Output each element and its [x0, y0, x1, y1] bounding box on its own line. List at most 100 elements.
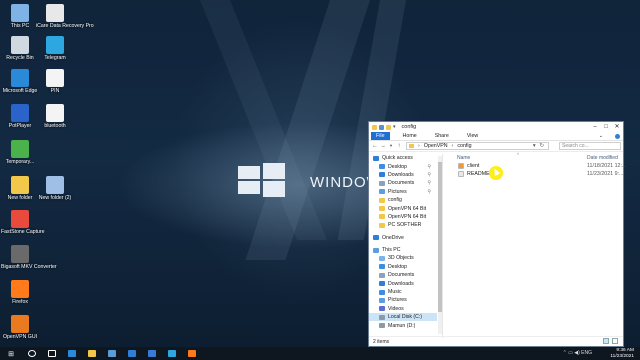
scrollbar-thumb[interactable] — [438, 162, 442, 312]
nav-item[interactable]: Documents — [369, 271, 437, 279]
file-row[interactable]: README 11/23/2021 9:... — [445, 170, 623, 178]
nav-item[interactable]: 3D Objects — [369, 254, 437, 262]
tab-view[interactable]: View — [462, 132, 483, 140]
quick-access-dropdown-icon[interactable]: ▾ — [393, 124, 396, 130]
title-bar[interactable]: ▾ config – □ ✕ — [369, 122, 623, 132]
desktop-shortcut[interactable]: New folder (2) — [36, 176, 74, 201]
desktop-shortcut[interactable]: bluetooth — [36, 104, 74, 129]
desktop-shortcut[interactable]: iCare Data Recovery Pro — [36, 4, 94, 29]
taskbar-button[interactable] — [102, 347, 122, 360]
nav-item[interactable]: Pictures ⚲ — [369, 188, 437, 196]
column-date-modified[interactable]: Date modified — [587, 155, 618, 161]
desktop-shortcut[interactable]: FastStone Capture — [1, 210, 45, 235]
nav-item[interactable]: Mamun (D:) — [369, 321, 437, 329]
large-icons-view-icon[interactable] — [612, 338, 618, 344]
recent-locations-icon[interactable]: ▾ — [387, 143, 395, 149]
window-title: config — [401, 124, 417, 130]
star-icon — [373, 155, 379, 161]
edge-icon — [11, 69, 29, 87]
nav-item-label: Quick access — [382, 155, 413, 162]
address-dropdown-icon[interactable]: ▾ — [533, 143, 536, 149]
pictures-icon — [379, 297, 385, 303]
refresh-icon[interactable]: ↻ — [540, 143, 544, 149]
taskbar-button[interactable] — [42, 347, 62, 360]
nav-item-label: Downloads — [388, 280, 414, 287]
tab-file[interactable]: File — [371, 132, 390, 140]
taskbar-button[interactable] — [22, 347, 42, 360]
maximize-button[interactable]: □ — [602, 123, 610, 131]
search-input[interactable]: Search co... — [559, 142, 621, 150]
nav-item[interactable]: Downloads ⚲ — [369, 171, 437, 179]
taskbar-button[interactable] — [82, 347, 102, 360]
pin-icon: ⚲ — [427, 163, 431, 170]
nav-item-label: Documents — [388, 180, 415, 187]
taskbar-button[interactable] — [142, 347, 162, 360]
taskbar-button[interactable] — [182, 347, 202, 360]
forward-arrow-icon[interactable]: → — [379, 143, 387, 149]
back-arrow-icon[interactable]: ← — [371, 143, 379, 149]
desktop-shortcut[interactable]: PIN — [36, 69, 74, 94]
system-tray-icons[interactable]: ⌃ ▭ ◀) ENG — [563, 350, 592, 356]
desktop-shortcut-label: New folder (2) — [38, 195, 72, 201]
navigation-pane: Quick access Desktop ⚲ Downloads ⚲ Documents ⚲… — [369, 154, 443, 338]
music-icon — [379, 289, 385, 295]
tab-share[interactable]: Share — [430, 132, 454, 140]
desktop-shortcut[interactable]: Telegram — [36, 36, 74, 61]
openvpn-icon — [11, 315, 29, 333]
folder-icon — [11, 176, 29, 194]
nav-item[interactable]: PC SOFTHER — [369, 221, 437, 229]
taskbar-button[interactable] — [62, 347, 82, 360]
desktop-shortcut[interactable]: OpenVPN GUI — [1, 315, 39, 340]
nav-item[interactable]: OpenVPN 64 Bit — [369, 213, 437, 221]
store-icon — [108, 350, 116, 357]
address-bar[interactable]: › OpenVPN › config ▾ ↻ — [406, 142, 549, 150]
nav-item[interactable]: Pictures — [369, 296, 437, 304]
close-button[interactable]: ✕ — [613, 123, 621, 131]
desktop-shortcut-label: Temporary... — [5, 159, 35, 165]
desktop-shortcut[interactable]: Microsoft Edge — [1, 69, 39, 94]
desktop-shortcut[interactable]: PotPlayer — [1, 104, 39, 129]
folder-icon — [46, 176, 64, 194]
up-arrow-icon[interactable]: ↑ — [395, 143, 403, 149]
help-icon[interactable] — [615, 133, 620, 139]
file-row[interactable]: client 11/18/2021 12:... — [445, 162, 627, 170]
breadcrumb-config[interactable]: config — [457, 143, 471, 149]
taskbar-button[interactable] — [122, 347, 142, 360]
nav-item[interactable]: Quick access — [369, 154, 437, 162]
ribbon-expand-icon[interactable]: ⌄ — [599, 133, 603, 139]
nav-item[interactable]: Videos — [369, 305, 437, 313]
potplayer-icon — [11, 104, 29, 122]
nav-item[interactable]: OpenVPN 64 Bit — [369, 204, 437, 212]
desktop-shortcut[interactable]: Firefox — [1, 280, 39, 305]
nav-item[interactable]: This PC — [369, 246, 437, 254]
desktop-shortcut[interactable]: Recycle Bin — [1, 36, 39, 61]
desktop-shortcut[interactable]: Temporary... — [1, 140, 39, 165]
nav-item[interactable]: OneDrive — [369, 234, 437, 242]
taskbar-button[interactable] — [162, 347, 182, 360]
nav-item[interactable]: Documents ⚲ — [369, 179, 437, 187]
minimize-button[interactable]: – — [591, 123, 599, 131]
bigasoft-icon — [11, 245, 29, 263]
clock[interactable]: 9:36 AM 11/23/2021 — [610, 348, 634, 359]
navigation-scrollbar[interactable] — [438, 156, 442, 334]
nav-item[interactable]: Desktop — [369, 263, 437, 271]
start-button[interactable]: ⊞ — [0, 350, 22, 358]
nav-item[interactable]: Desktop ⚲ — [369, 162, 437, 170]
file-explorer-window[interactable]: ▾ config – □ ✕ File Home Share View ⌄ ← … — [368, 121, 627, 347]
desktop-shortcut[interactable]: Bigasoft MKV Converter — [1, 245, 57, 270]
desktop-shortcut[interactable]: New folder — [1, 176, 39, 201]
file-date: 11/18/2021 12:... — [587, 163, 627, 169]
tab-home[interactable]: Home — [398, 132, 422, 140]
desktop-shortcut[interactable]: This PC — [1, 4, 39, 29]
nav-item[interactable]: Downloads — [369, 279, 437, 287]
nav-item-label: config — [388, 197, 402, 204]
nav-item[interactable]: config — [369, 196, 437, 204]
nav-item[interactable]: Local Disk (C:) — [369, 313, 437, 322]
breadcrumb-openvpn[interactable]: OpenVPN — [424, 143, 448, 149]
properties-icon[interactable] — [379, 124, 384, 130]
details-view-icon[interactable] — [603, 338, 609, 344]
this-pc-icon — [373, 247, 379, 253]
new-folder-icon[interactable] — [386, 124, 391, 130]
column-name[interactable]: Name — [457, 155, 470, 161]
nav-item[interactable]: Music — [369, 288, 437, 296]
